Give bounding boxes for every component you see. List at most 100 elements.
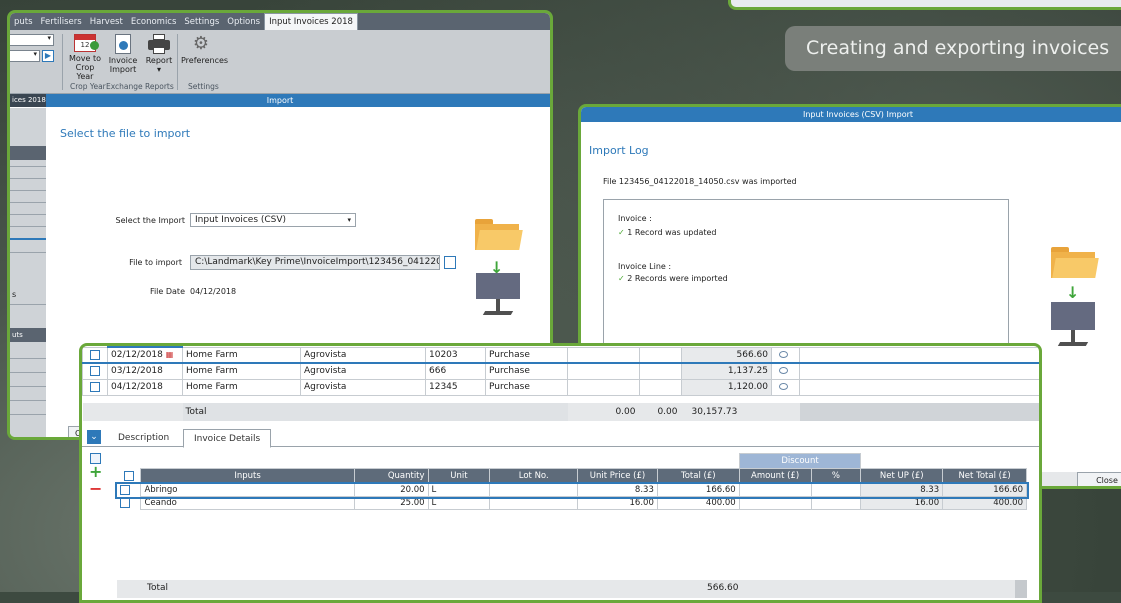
discount-header: Discount bbox=[738, 453, 862, 469]
browse-button[interactable] bbox=[444, 256, 456, 269]
line-unit[interactable]: L bbox=[427, 483, 491, 497]
checkmark-icon: ✓ bbox=[618, 228, 625, 237]
col-unit[interactable]: Unit bbox=[427, 468, 491, 484]
line-quantity[interactable]: 25.00 bbox=[353, 496, 429, 510]
go-button[interactable]: ▶ bbox=[42, 50, 54, 62]
row-checkbox[interactable] bbox=[120, 484, 130, 495]
col-net-total[interactable]: Net Total (£) bbox=[942, 468, 1027, 484]
menu-options[interactable]: Options bbox=[223, 17, 264, 27]
invoice-farm: Home Farm bbox=[182, 378, 301, 396]
line-discount-amount[interactable] bbox=[738, 496, 812, 510]
tab-invoice-details[interactable]: Invoice Details bbox=[183, 429, 272, 448]
col-net-up[interactable]: Net UP (£) bbox=[860, 468, 944, 484]
menu-economics[interactable]: Economics bbox=[127, 17, 181, 27]
comment-icon[interactable] bbox=[779, 383, 788, 390]
line-total: 400.00 bbox=[656, 496, 740, 510]
import-type-select[interactable]: Input Invoices (CSV) ▾ bbox=[190, 213, 356, 227]
tab-description[interactable]: Description bbox=[108, 429, 179, 448]
invoice-type: Purchase bbox=[485, 346, 568, 364]
total-amount: 30,157.73 bbox=[681, 403, 772, 421]
total-a: 0.00 bbox=[567, 403, 640, 421]
chevron-down-icon: ▾ bbox=[47, 34, 51, 42]
close-button[interactable]: Close bbox=[1077, 472, 1121, 486]
line-lot[interactable] bbox=[489, 496, 579, 510]
year-dropdown[interactable]: ▾ bbox=[10, 50, 40, 62]
table-row[interactable]: 03/12/2018 Home Farm Agrovista 666 Purch… bbox=[82, 362, 1039, 380]
table-row[interactable]: Ceando 25.00 L 16.00 400.00 16.00 400.00 bbox=[117, 496, 1027, 510]
folder-icon bbox=[475, 219, 523, 251]
row-checkbox[interactable] bbox=[90, 381, 100, 392]
line-discount-pct[interactable] bbox=[810, 496, 862, 510]
line-input[interactable]: Ceando bbox=[140, 496, 355, 510]
invoice-table: 02/12/2018 ▦ Home Farm Agrovista 10203 P… bbox=[82, 346, 1039, 421]
menu-fertilisers[interactable]: Fertilisers bbox=[37, 17, 86, 27]
crop-year-dropdown[interactable]: ▾ bbox=[10, 34, 54, 46]
left-pane-header bbox=[10, 146, 46, 160]
line-discount-pct[interactable] bbox=[810, 483, 862, 497]
file-to-import-label: File to import bbox=[129, 258, 182, 267]
line-unit[interactable]: L bbox=[427, 496, 491, 510]
line-quantity[interactable]: 20.00 bbox=[353, 483, 429, 497]
row-checkbox[interactable] bbox=[90, 349, 100, 360]
detail-tabs: ⌄ Description Invoice Details bbox=[82, 427, 1039, 448]
chevron-down-icon[interactable]: ⌄ bbox=[87, 430, 101, 444]
calendar-icon[interactable]: ▦ bbox=[166, 350, 174, 359]
lines-total-row: Total 566.60 bbox=[117, 580, 1027, 598]
invoice-total-row: Total 0.00 0.00 30,157.73 bbox=[82, 403, 1039, 421]
file-date-label: File Date bbox=[149, 287, 185, 296]
menu-settings[interactable]: Settings bbox=[180, 17, 223, 27]
import-title: Import bbox=[266, 96, 294, 105]
invoice-supplier: Agrovista bbox=[300, 346, 426, 364]
line-unit-price[interactable]: 16.00 bbox=[577, 496, 658, 510]
line-net-total: 400.00 bbox=[942, 496, 1027, 510]
move-to-crop-year-button[interactable]: 12 Move to Crop Year bbox=[66, 34, 104, 81]
invoice-import-icon bbox=[115, 34, 131, 54]
ribbon-separator bbox=[177, 34, 178, 90]
file-path-field[interactable]: C:\Landmark\Key Prime\InvoiceImport\1234… bbox=[190, 255, 440, 270]
scrollbar[interactable] bbox=[1015, 580, 1027, 598]
table-row[interactable]: 04/12/2018 Home Farm Agrovista 12345 Pur… bbox=[82, 378, 1039, 396]
line-lot[interactable] bbox=[489, 483, 579, 497]
ribbon-separator bbox=[62, 34, 63, 90]
total-label: Total bbox=[182, 403, 301, 421]
menu-input-invoices[interactable]: Input Invoices 2018 bbox=[264, 13, 358, 30]
invoice-date[interactable]: 04/12/2018 bbox=[107, 378, 183, 396]
col-discount-pct[interactable]: % bbox=[810, 468, 862, 484]
line-input[interactable]: Abringo bbox=[140, 483, 355, 497]
checkmark-icon: ✓ bbox=[618, 274, 625, 283]
line-total: 166.60 bbox=[656, 483, 740, 497]
row-checkbox[interactable] bbox=[90, 366, 100, 376]
menu-inputs[interactable]: puts bbox=[10, 17, 37, 27]
monitor-icon bbox=[476, 273, 520, 319]
invoices-window: 02/12/2018 ▦ Home Farm Agrovista 10203 P… bbox=[79, 343, 1042, 603]
import-heading: Select the file to import bbox=[60, 127, 191, 140]
menu-harvest[interactable]: Harvest bbox=[86, 17, 127, 27]
invoice-type: Purchase bbox=[485, 362, 568, 380]
line-unit-price[interactable]: 8.33 bbox=[577, 483, 658, 497]
invoice-line-label: Invoice Line : bbox=[618, 262, 672, 271]
row-checkbox[interactable] bbox=[120, 497, 130, 508]
invoice-date[interactable]: 02/12/2018 bbox=[111, 350, 163, 360]
col-inputs[interactable]: Inputs bbox=[140, 468, 355, 484]
preferences-button[interactable]: ⚙ Preferences bbox=[181, 34, 228, 66]
line-discount-amount[interactable] bbox=[738, 483, 812, 497]
col-quantity[interactable]: Quantity bbox=[353, 468, 429, 484]
col-unit-price[interactable]: Unit Price (£) bbox=[577, 468, 658, 484]
table-row[interactable]: Abringo 20.00 L 8.33 166.60 8.33 166.60 bbox=[115, 481, 1029, 499]
col-lot[interactable]: Lot No. bbox=[489, 468, 579, 484]
comment-icon[interactable] bbox=[779, 367, 788, 375]
invoice-type: Purchase bbox=[485, 378, 568, 396]
col-total[interactable]: Total (£) bbox=[656, 468, 740, 484]
plus-icon[interactable]: + bbox=[89, 464, 102, 480]
select-all-checkbox[interactable] bbox=[123, 470, 134, 481]
invoice-date[interactable]: 03/12/2018 bbox=[107, 362, 183, 380]
comment-icon[interactable] bbox=[779, 350, 788, 358]
invoice-line-result: ✓ 2 Records were imported bbox=[618, 274, 728, 283]
report-button[interactable]: Report ▾ bbox=[144, 34, 174, 74]
invoice-import-button[interactable]: Invoice Import bbox=[107, 34, 139, 74]
left-pane-tab[interactable]: ices 2018 bbox=[10, 94, 46, 107]
col-discount-amount[interactable]: Amount (£) bbox=[738, 468, 812, 484]
minus-icon[interactable]: − bbox=[89, 481, 102, 497]
table-row[interactable]: 02/12/2018 ▦ Home Farm Agrovista 10203 P… bbox=[82, 346, 1039, 364]
arrow-icon bbox=[90, 41, 99, 50]
